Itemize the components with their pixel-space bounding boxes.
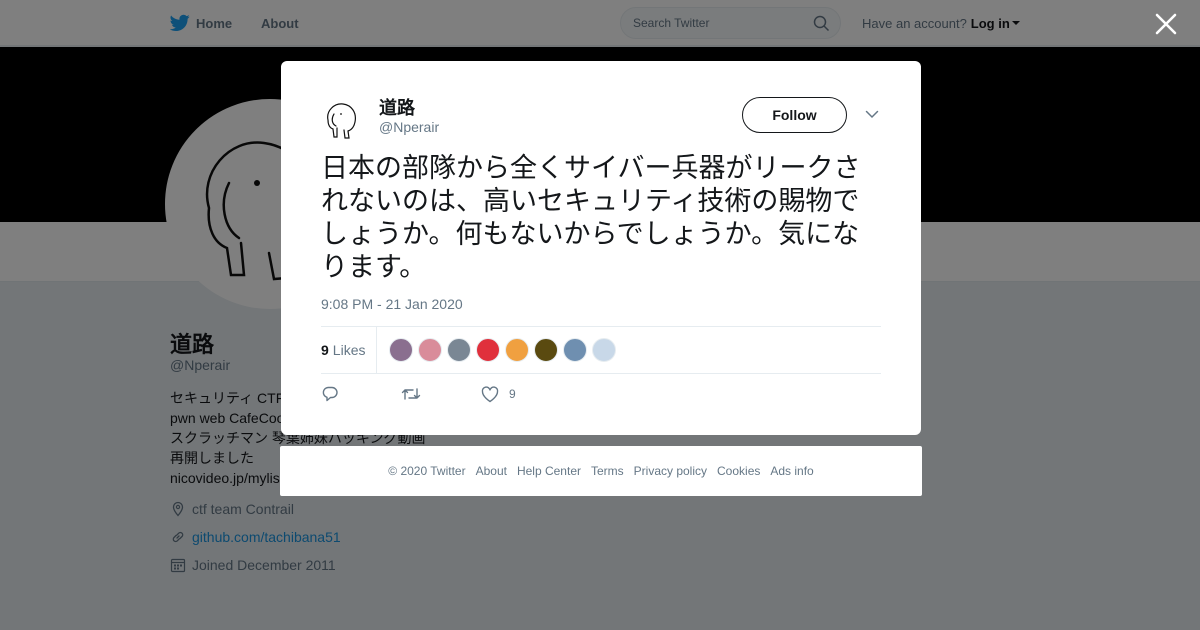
like-button[interactable]: 9 [481, 385, 516, 403]
footer-link-privacy[interactable]: Privacy policy [634, 464, 707, 478]
liker-avatar[interactable] [592, 338, 616, 362]
footer-link-ads-info[interactable]: Ads info [770, 464, 813, 478]
liker-avatar[interactable] [389, 338, 413, 362]
tweet-modal: 道路 @Nperair Follow 日本の部隊から全くサイバー兵器がリークされ… [281, 61, 921, 435]
divider [321, 373, 881, 374]
footer-link-help-center[interactable]: Help Center [517, 464, 581, 478]
tweet-text: 日本の部隊から全くサイバー兵器がリークされないのは、高いセキュリティ技術の賜物で… [321, 153, 861, 283]
footer-link-cookies[interactable]: Cookies [717, 464, 760, 478]
liker-avatar[interactable] [418, 338, 442, 362]
author-avatar[interactable] [321, 96, 367, 142]
reply-button[interactable] [321, 385, 401, 403]
elephant-avatar-image [327, 103, 356, 139]
close-icon[interactable] [1154, 12, 1178, 36]
like-count: 9 [509, 387, 516, 401]
liker-avatar[interactable] [447, 338, 471, 362]
reply-icon [322, 386, 338, 402]
chevron-down-icon[interactable] [865, 109, 879, 119]
liker-avatar[interactable] [563, 338, 587, 362]
follow-button[interactable]: Follow [742, 97, 847, 133]
tweet-timestamp[interactable]: 9:08 PM - 21 Jan 2020 [321, 296, 463, 312]
footer-link-terms[interactable]: Terms [591, 464, 624, 478]
retweet-icon [401, 388, 421, 400]
likes-label: Likes [332, 342, 366, 358]
liker-avatar[interactable] [505, 338, 529, 362]
tweet-actions: 9 [321, 385, 516, 403]
footer-link-about[interactable]: About [476, 464, 507, 478]
divider [321, 326, 881, 327]
modal-footer: © 2020 Twitter About Help Center Terms P… [280, 446, 922, 496]
author-handle[interactable]: @Nperair [379, 119, 439, 135]
liker-avatar[interactable] [476, 338, 500, 362]
heart-icon [481, 385, 499, 402]
footer-copyright: © 2020 Twitter [388, 464, 466, 478]
likers-avatars [389, 338, 621, 362]
liker-avatar[interactable] [534, 338, 558, 362]
likes-stat[interactable]: 9 Likes [321, 327, 377, 373]
retweet-button[interactable] [401, 385, 481, 403]
author-name[interactable]: 道路 [379, 94, 415, 120]
likes-count: 9 [321, 342, 329, 358]
